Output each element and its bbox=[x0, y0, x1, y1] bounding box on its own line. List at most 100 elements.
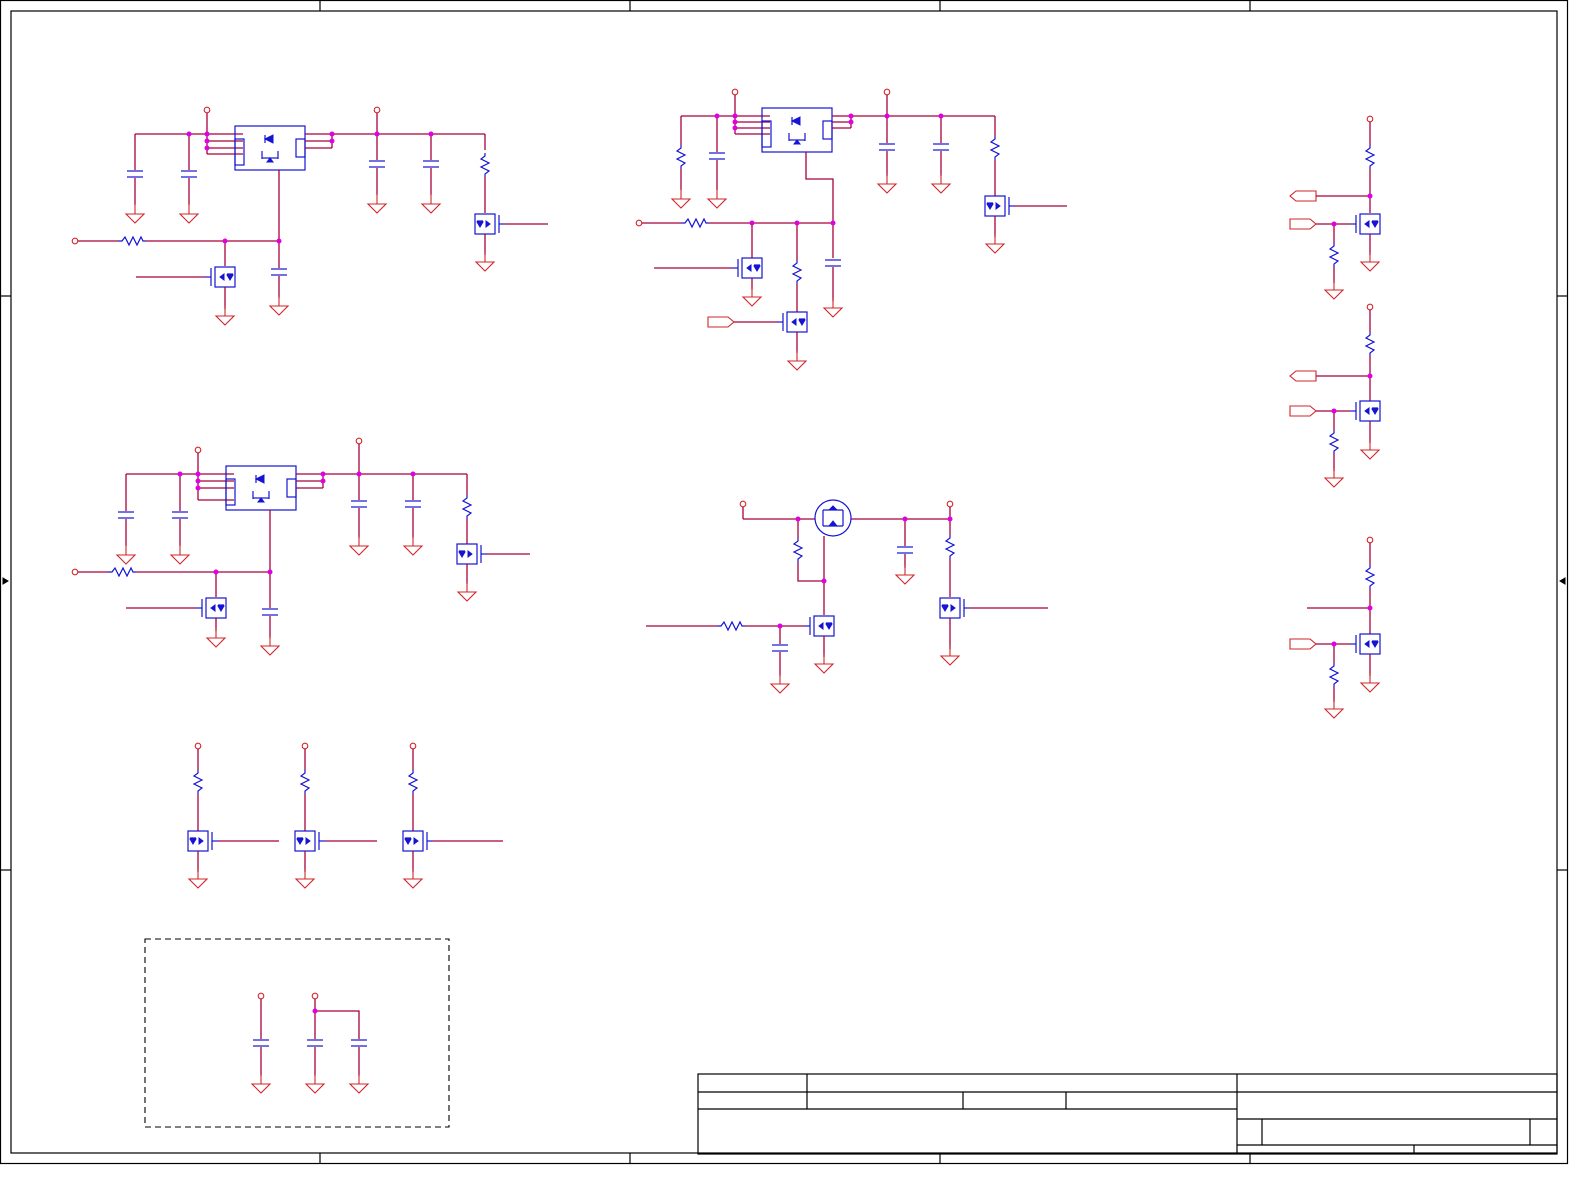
pmos-transistor bbox=[814, 499, 852, 537]
resistor bbox=[1365, 144, 1375, 170]
ground-symbol bbox=[931, 173, 951, 194]
drawing-frame bbox=[0, 0, 1569, 1165]
ground-symbol bbox=[179, 203, 199, 224]
supply-pin bbox=[409, 742, 417, 750]
discharge-stage-2 bbox=[294, 742, 377, 889]
ground-symbol bbox=[251, 1073, 271, 1094]
ground-symbol bbox=[349, 535, 369, 556]
shifter-fet bbox=[1349, 400, 1381, 422]
pmos-switch bbox=[234, 125, 306, 171]
pmos-switch bbox=[225, 465, 297, 511]
ground-symbol bbox=[877, 173, 897, 194]
net-port bbox=[1289, 638, 1317, 650]
capacitor bbox=[350, 1039, 368, 1047]
ground-symbol bbox=[295, 868, 315, 889]
ground-symbol bbox=[403, 535, 423, 556]
control-fet bbox=[204, 266, 236, 288]
ground-symbol bbox=[985, 233, 1005, 254]
resistor bbox=[117, 236, 147, 246]
resistor bbox=[716, 621, 746, 631]
capacitor bbox=[824, 259, 842, 267]
ground-symbol bbox=[475, 251, 495, 272]
resistor bbox=[193, 769, 203, 795]
ground-symbol bbox=[1360, 672, 1380, 693]
discharge-fet bbox=[984, 195, 1016, 217]
resistor bbox=[1329, 242, 1339, 268]
capacitor bbox=[771, 644, 789, 652]
resistor bbox=[300, 769, 310, 795]
net-port bbox=[1289, 405, 1317, 417]
ground-symbol bbox=[1360, 251, 1380, 272]
supply-pin bbox=[194, 446, 202, 454]
ground-symbol bbox=[671, 188, 691, 209]
control-fet bbox=[803, 615, 835, 637]
capacitor bbox=[270, 268, 288, 276]
resistor bbox=[1365, 331, 1375, 357]
capacitor bbox=[252, 1039, 270, 1047]
title-block bbox=[697, 1073, 1558, 1155]
resistor bbox=[1329, 429, 1339, 455]
discharge-stage-3 bbox=[402, 742, 503, 889]
resistor bbox=[1365, 564, 1375, 590]
resistor bbox=[945, 534, 955, 560]
resistor bbox=[480, 152, 490, 178]
load-switch-circuit-3 bbox=[71, 437, 530, 656]
ground-symbol bbox=[770, 673, 790, 694]
resistor bbox=[680, 218, 710, 228]
supply-pin bbox=[203, 106, 211, 114]
resistor bbox=[1329, 662, 1339, 688]
capacitor bbox=[368, 160, 386, 168]
capacitor bbox=[708, 152, 726, 160]
net-port bbox=[1289, 370, 1317, 382]
supply-pin bbox=[373, 106, 381, 114]
shifter-fet bbox=[1349, 633, 1381, 655]
capacitor bbox=[350, 500, 368, 508]
ground-symbol bbox=[823, 297, 843, 318]
ground-symbol bbox=[269, 295, 289, 316]
ground-symbol bbox=[349, 1073, 369, 1094]
discharge-fet bbox=[402, 830, 434, 852]
capacitor bbox=[180, 170, 198, 178]
ground-symbol bbox=[1324, 467, 1344, 488]
discharge-fet bbox=[456, 543, 488, 565]
load-switch-circuit-2 bbox=[635, 88, 1067, 371]
ground-symbol bbox=[787, 350, 807, 371]
enable-input-pin bbox=[71, 568, 79, 576]
resistor bbox=[792, 259, 802, 285]
ground-symbol bbox=[1324, 279, 1344, 300]
enable-input-pin bbox=[71, 237, 79, 245]
resistor bbox=[462, 494, 472, 520]
schematic-canvas bbox=[0, 0, 1569, 1165]
supply-pin bbox=[257, 992, 265, 1000]
shifter-fet bbox=[1349, 213, 1381, 235]
control-fet bbox=[731, 257, 763, 279]
resistor bbox=[793, 537, 803, 563]
supply-pin bbox=[311, 992, 319, 1000]
ground-symbol bbox=[125, 203, 145, 224]
ground-symbol bbox=[707, 188, 727, 209]
ground-symbol bbox=[305, 1073, 325, 1094]
ground-symbol bbox=[260, 635, 280, 656]
supply-pin bbox=[1366, 303, 1374, 311]
control-fet bbox=[776, 311, 808, 333]
ground-symbol bbox=[742, 286, 762, 307]
pmos-switch bbox=[761, 107, 833, 153]
supply-pin bbox=[355, 437, 363, 445]
level-shifter-3 bbox=[1289, 536, 1381, 719]
load-switch-circuit-1 bbox=[71, 106, 548, 326]
ground-symbol bbox=[457, 581, 477, 602]
resistor bbox=[990, 135, 1000, 161]
ground-symbol bbox=[188, 868, 208, 889]
supply-pin bbox=[1366, 115, 1374, 123]
ground-symbol bbox=[367, 193, 387, 214]
capacitor bbox=[126, 170, 144, 178]
discharge-fet bbox=[939, 597, 971, 619]
supply-pin bbox=[731, 88, 739, 96]
ground-symbol bbox=[116, 544, 136, 565]
level-shifter-2 bbox=[1289, 303, 1381, 488]
level-shifter-1 bbox=[1289, 115, 1381, 300]
ground-symbol bbox=[403, 868, 423, 889]
optional-decoupling-group bbox=[144, 938, 450, 1128]
capacitor bbox=[422, 160, 440, 168]
supply-pin bbox=[946, 500, 954, 508]
